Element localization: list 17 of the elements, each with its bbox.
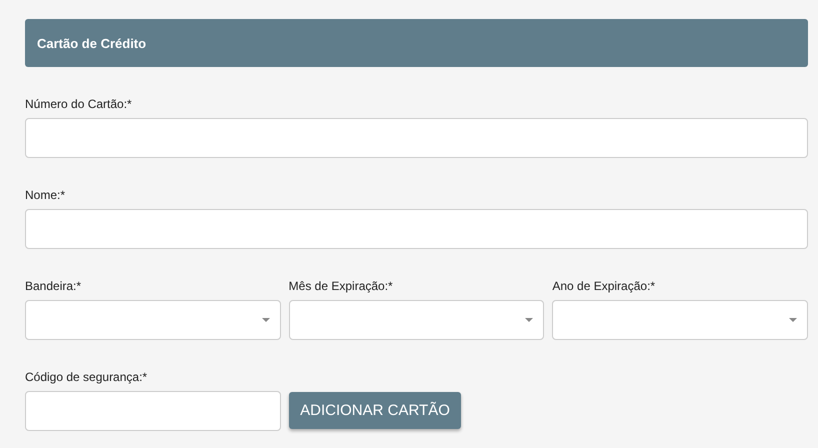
- dropdown[interactable]: [288, 300, 544, 340]
- caret-icon: [789, 318, 798, 322]
- input-field[interactable]: [25, 118, 808, 158]
- header-title: Cartão de Crédito: [37, 36, 146, 50]
- add-card-button[interactable]: ADICIONAR CARTÃO: [289, 392, 461, 429]
- caret-icon: [262, 318, 270, 322]
- field-label: Ano de Expiração:*: [552, 279, 656, 293]
- field-label: Nome:*: [25, 188, 66, 202]
- field-label: Bandeira:*: [25, 279, 82, 293]
- field-label: Mês de Expiração:*: [288, 279, 394, 293]
- input-field[interactable]: [25, 391, 281, 431]
- field-label: Código de segurança:*: [25, 370, 148, 384]
- dropdown[interactable]: [25, 300, 281, 340]
- caret-icon: [525, 318, 534, 322]
- dropdown[interactable]: [552, 300, 808, 340]
- input-field[interactable]: [25, 209, 808, 249]
- field-label: Número do Cartão:*: [25, 97, 133, 111]
